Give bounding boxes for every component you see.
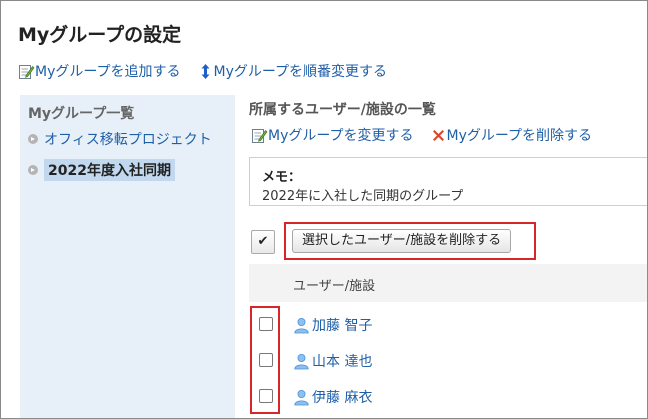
user-icon — [293, 389, 310, 406]
table-row: 伊藤 麻衣 — [249, 378, 647, 414]
sidebar-title: Myグループ一覧 — [28, 106, 135, 122]
delete-selected-button[interactable]: 選択したユーザー/施設を削除する — [292, 229, 512, 253]
reorder-my-group-link[interactable]: Myグループを順番変更する — [197, 61, 388, 81]
bullet-arrow-icon — [28, 134, 38, 144]
user-cell: 山本 達也 — [293, 351, 372, 371]
select-all-toggle[interactable]: ✔ — [251, 230, 275, 254]
sidebar-item-label: オフィス移転プロジェクト — [44, 132, 212, 148]
user-checkbox[interactable] — [259, 389, 273, 403]
sidebar-item-2022-hires[interactable]: 2022年度入社同期 — [28, 159, 175, 181]
column-header-row: ユーザー/施設 — [249, 264, 647, 302]
window-frame: Myグループの設定 Myグループを追加する Myグループを順番変更する Myグル… — [0, 0, 648, 419]
table-row: 山本 達也 — [249, 342, 647, 378]
change-my-group-link[interactable]: Myグループを変更する — [251, 125, 414, 145]
group-actions: Myグループを変更する Myグループを削除する — [251, 125, 592, 145]
bullet-arrow-icon — [28, 165, 38, 175]
page-title: Myグループの設定 — [18, 24, 182, 46]
column-header-user-facility: ユーザー/施設 — [293, 279, 376, 294]
change-my-group-label: Myグループを変更する — [268, 128, 414, 144]
delete-x-icon — [430, 127, 447, 144]
memo-label: メモ： — [262, 170, 302, 185]
edit-icon — [18, 63, 35, 80]
reorder-my-group-label: Myグループを順番変更する — [213, 64, 388, 80]
members-section-title: 所属するユーザー/施設の一覧 — [249, 102, 436, 118]
edit-icon — [251, 127, 268, 144]
memo-text: 2022年に入社した同期のグループ — [262, 189, 464, 204]
user-name-link[interactable]: 伊藤 麻衣 — [312, 387, 372, 407]
delete-my-group-link[interactable]: Myグループを削除する — [430, 125, 593, 145]
add-my-group-label: Myグループを追加する — [35, 64, 181, 80]
user-checkbox[interactable] — [259, 353, 273, 367]
memo-box: メモ： 2022年に入社した同期のグループ — [249, 157, 647, 206]
user-name-link[interactable]: 山本 達也 — [312, 351, 372, 371]
sidebar: Myグループ一覧 オフィス移転プロジェクト 2022年度入社同期 — [20, 95, 235, 418]
user-name-link[interactable]: 加藤 智子 — [312, 315, 372, 335]
user-icon — [293, 317, 310, 334]
table-row: 加藤 智子 — [249, 306, 647, 342]
main-panel: 所属するユーザー/施設の一覧 Myグループを変更する Myグループを削除する メ… — [249, 95, 647, 418]
user-icon — [293, 353, 310, 370]
delete-my-group-label: Myグループを削除する — [446, 128, 593, 144]
up-down-arrow-icon — [197, 63, 214, 80]
sidebar-item-label: 2022年度入社同期 — [44, 159, 175, 181]
add-my-group-link[interactable]: Myグループを追加する — [18, 61, 181, 81]
toolbar: Myグループを追加する Myグループを順番変更する — [18, 61, 387, 81]
user-checkbox[interactable] — [259, 317, 273, 331]
user-cell: 伊藤 麻衣 — [293, 387, 372, 407]
user-cell: 加藤 智子 — [293, 315, 372, 335]
sidebar-item-office-move-project[interactable]: オフィス移転プロジェクト — [28, 129, 212, 149]
